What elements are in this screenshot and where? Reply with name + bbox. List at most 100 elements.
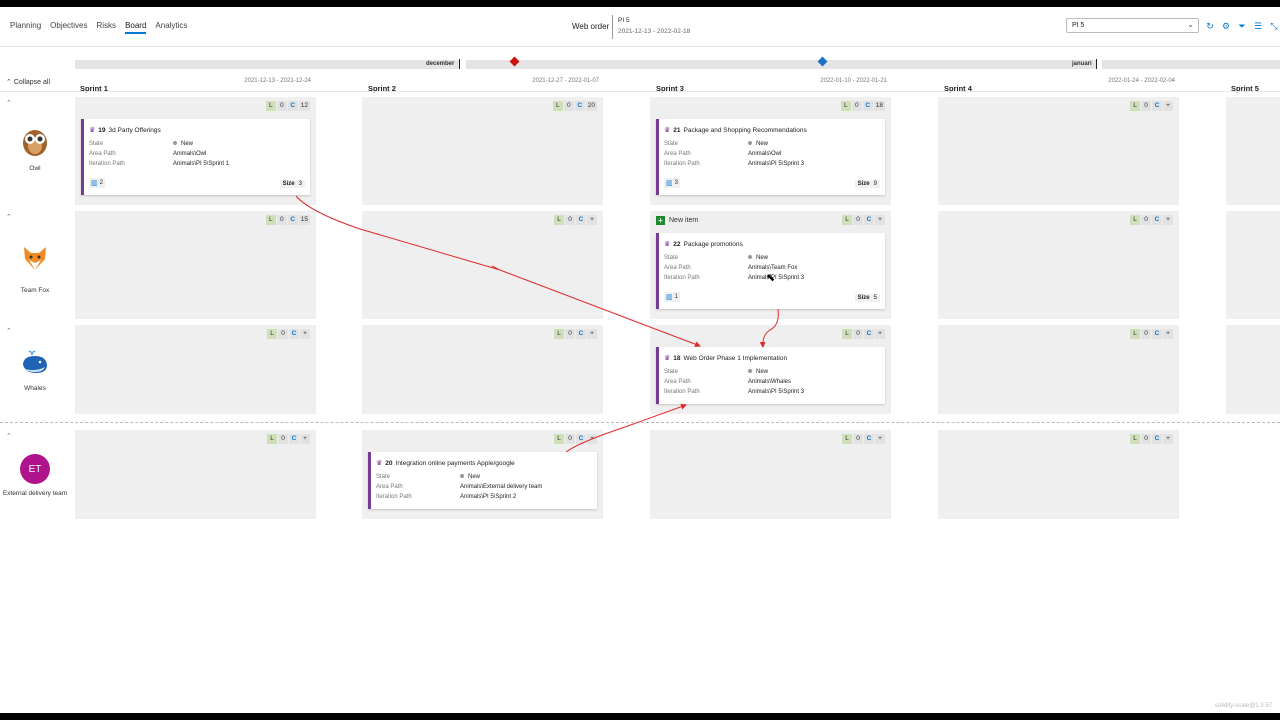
add-button[interactable]: + [1163,101,1173,111]
card-title: ♛ 20 Integration online payments Apple/goo… [376,459,515,467]
feature-card[interactable]: ♛ 21 Package and Shopping Recommendations … [656,119,885,195]
settings-sliders-icon[interactable]: ☰ [1252,20,1264,32]
feature-card[interactable]: ♛ 19 3d Party Offerings State New Area Pat… [81,119,310,195]
count-badge[interactable]: 18 [873,101,885,111]
add-button[interactable]: + [1163,215,1173,225]
cell-badges: L 0 C + [841,434,885,444]
add-button[interactable]: + [300,434,310,444]
add-button[interactable]: + [875,329,885,339]
board-cell-fox-sprint4[interactable]: L 0 C + [938,211,1179,319]
card-title-text[interactable]: Integration online payments Apple/google [396,460,515,467]
tab-board[interactable]: Board [125,21,147,34]
capacity-badge: C [1152,329,1162,339]
board-cell-owl-sprint1[interactable]: L 0 C 12 ♛ 19 3d Party Offerings State New Ar… [75,97,316,205]
sprint-header-2: Sprint 2 2021-12-27 - 2022-01-07 [368,78,599,93]
field-label: Area Path [664,265,691,271]
new-item-button[interactable]: + New item [656,216,698,225]
pi-dates: 2021-12-13 - 2022-02-18 [618,28,691,35]
refresh-icon[interactable]: ↻ [1204,20,1216,32]
field-label: Iteration Path [664,275,700,281]
card-title-text[interactable]: 3d Party Offerings [109,127,161,134]
pi-select[interactable]: PI 5 ⌄ [1066,18,1199,33]
card-title-text[interactable]: Package and Shopping Recommendations [684,127,807,134]
book-icon: ▥ [666,180,673,187]
add-button[interactable]: + [1163,329,1173,339]
chevron-up-icon[interactable]: ⌃ [6,432,12,440]
chevron-up-icon[interactable]: ⌃ [6,213,12,221]
board-cell-whales-sprint5[interactable] [1226,325,1280,414]
board-cell-fox-sprint5[interactable] [1226,211,1280,319]
team-name: Owl [29,165,41,172]
load-badge: L [267,434,277,444]
tab-planning[interactable]: Planning [10,21,41,34]
card-title: ♛ 22 Package promotions [664,240,743,248]
add-button[interactable]: + [300,329,310,339]
feature-card[interactable]: ♛ 18 Web Order Phase 1 Implementation Stat… [656,347,885,404]
book-icon: ▥ [666,294,673,301]
field-label: State [664,141,679,147]
card-title-text[interactable]: Web Order Phase 1 Implementation [684,355,788,362]
add-button[interactable]: + [587,215,597,225]
board-cell-fox-sprint1[interactable]: L 0 C 15 [75,211,316,319]
add-button[interactable]: + [875,434,885,444]
load-badge: L [1130,215,1140,225]
story-count[interactable]: ▥ 3 [664,178,680,188]
tab-analytics[interactable]: Analytics [155,21,187,34]
feature-card[interactable]: ♛ 20 Integration online payments Apple/goo… [368,452,597,509]
board-cell-whales-sprint3[interactable]: L 0 C + ♛ 18 Web Order Phase 1 Implementation… [650,325,891,414]
field-iteration: Animals\PI 5\Sprint 3 [748,161,805,167]
state-dot-icon [748,141,752,146]
team-whales: ⌃ Whales [0,327,70,417]
field-label: Iteration Path [664,161,700,167]
story-count[interactable]: ▥ 2 [89,178,105,188]
card-title-text[interactable]: Package promotions [684,241,743,248]
board-cell-external-sprint2[interactable]: L 0 C + ♛ 20 Integration online payments Appl… [362,430,603,519]
load-badge: L [265,101,276,111]
trophy-icon: ♛ [664,355,671,362]
field-label: State [664,255,679,261]
add-button[interactable]: + [587,329,597,339]
count-badge[interactable]: 12 [298,101,310,111]
load-badge: L [842,329,852,339]
field-area: Animals\Owl [173,151,207,157]
header-divider [612,15,613,39]
story-count[interactable]: ▥ 1 [664,292,680,302]
cell-badges: L 0 C 18 [840,101,885,111]
board-cell-whales-sprint1[interactable]: L 0 C + [75,325,316,414]
chevron-up-icon[interactable]: ⌃ [6,327,12,335]
board-cell-external-sprint3[interactable]: L 0 C + [650,430,891,519]
board-cell-owl-sprint2[interactable]: L 0 C 20 [362,97,603,205]
chevron-down-icon: ⌄ [1187,20,1194,29]
team-divider [0,422,1280,423]
month-label-januari: januari [1072,61,1092,67]
collapse-arrows-icon[interactable]: ⤡ [1268,20,1280,32]
size-badge: Size 9 [854,180,880,188]
board-cell-external-sprint1[interactable]: L 0 C + [75,430,316,519]
filter-icon[interactable]: ⏷ [1236,20,1248,32]
field-state: New [173,141,193,147]
sprint-dates: 2022-01-10 - 2022-01-21 [820,78,887,84]
board-cell-owl-sprint4[interactable]: L 0 C + [938,97,1179,205]
add-button[interactable]: + [875,215,885,225]
load-badge: L [552,101,563,111]
board-cell-owl-sprint5[interactable] [1226,97,1280,205]
board-cell-whales-sprint2[interactable]: L 0 C + [362,325,603,414]
capacity-badge: C [576,215,586,225]
load-badge: L [1130,101,1140,111]
add-button[interactable]: + [1163,434,1173,444]
add-button[interactable]: + [587,434,597,444]
tab-risks[interactable]: Risks [97,21,117,34]
tab-objectives[interactable]: Objectives [50,21,87,34]
count-badge[interactable]: 15 [298,215,310,225]
board-cell-owl-sprint3[interactable]: L 0 C 18 ♛ 21 Package and Shopping Recommenda… [650,97,891,205]
count-badge[interactable]: 20 [585,101,597,111]
load-badge: L [840,101,851,111]
gear-icon[interactable]: ⚙ [1220,20,1232,32]
board-cell-fox-sprint3[interactable]: + New item L 0 C + ♛ 22 Package promotions Sta… [650,211,891,319]
chevron-up-icon[interactable]: ⌃ [6,99,12,107]
board-cell-whales-sprint4[interactable]: L 0 C + [938,325,1179,414]
collapse-all-button[interactable]: ⌃ Collapse all [6,78,50,86]
board-cell-fox-sprint2[interactable]: L 0 C + [362,211,603,319]
card-id: 20 [385,460,393,467]
board-cell-external-sprint4[interactable]: L 0 C + [938,430,1179,519]
